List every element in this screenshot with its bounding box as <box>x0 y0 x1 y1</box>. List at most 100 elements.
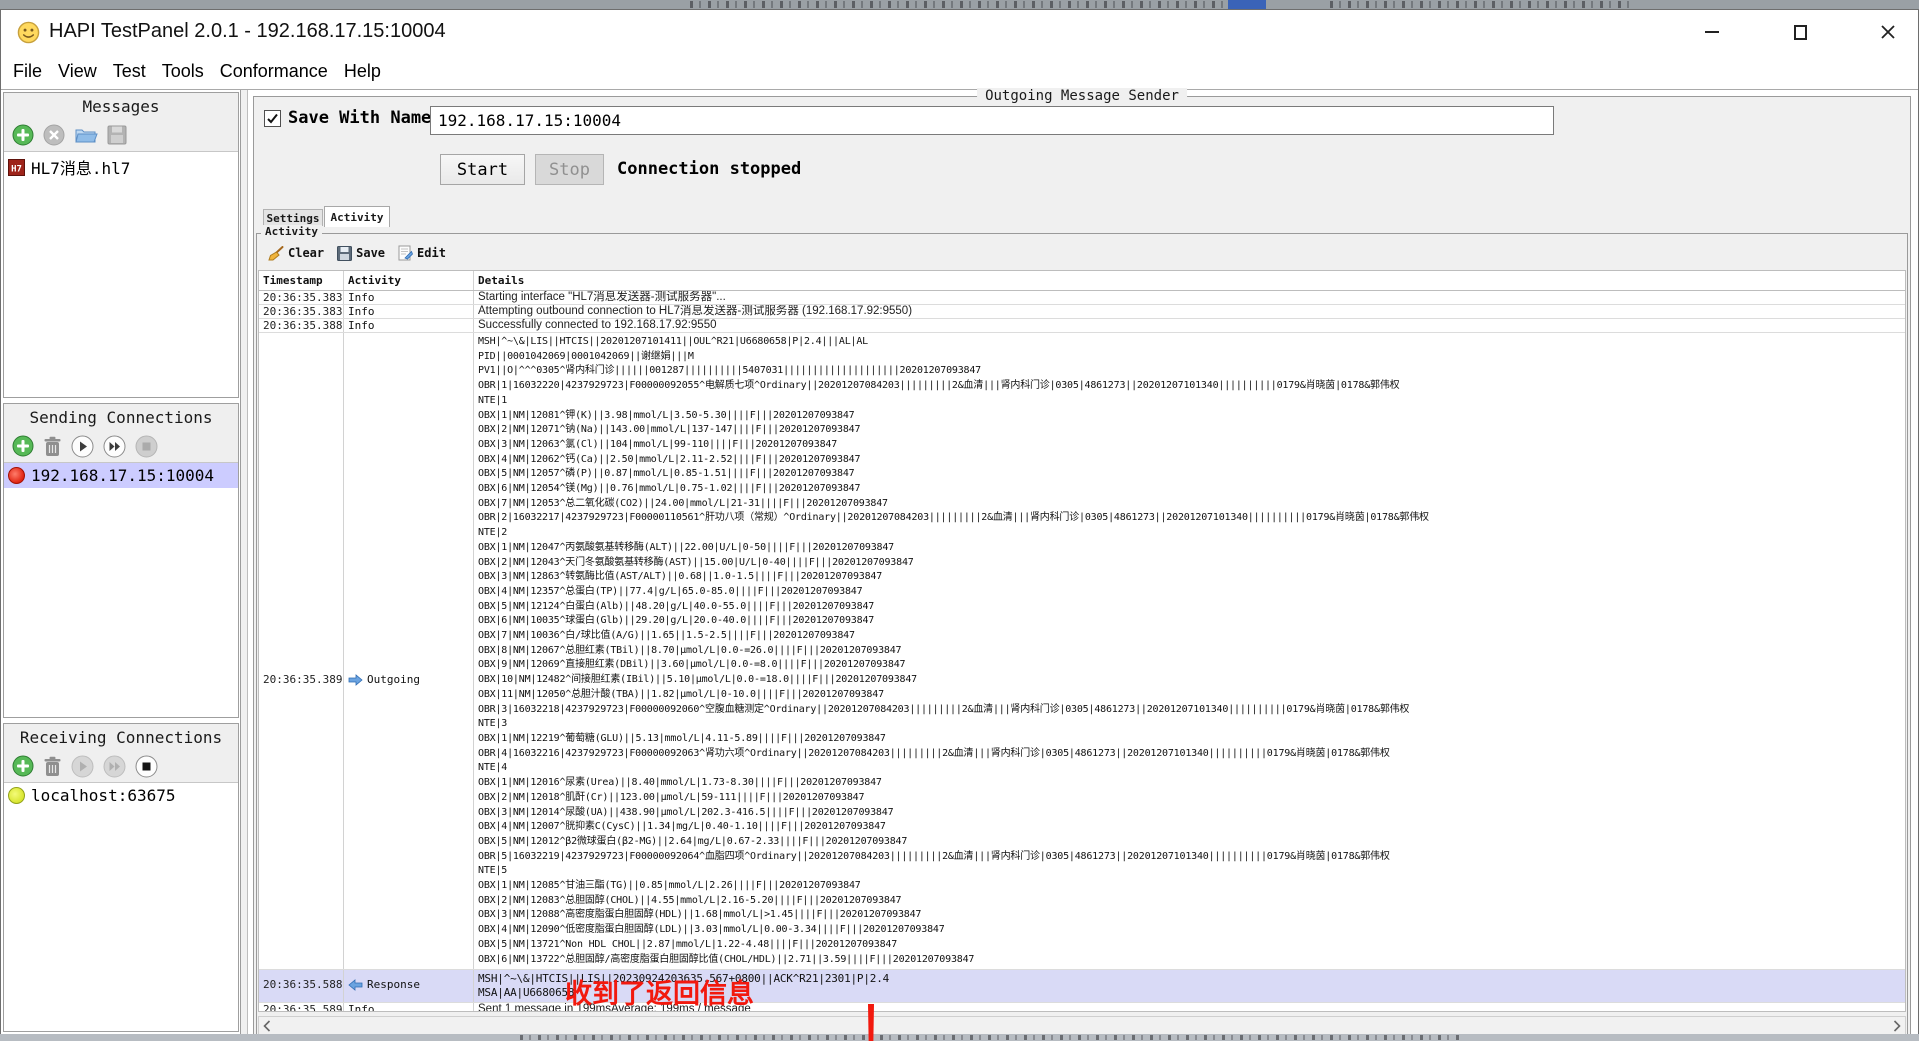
open-folder-icon <box>74 125 98 145</box>
start-sending-connection-button[interactable] <box>71 435 94 458</box>
save-with-name-label: Save With Name: <box>288 108 442 128</box>
remove-message-button[interactable] <box>43 124 65 146</box>
response-arrow-icon <box>348 979 363 991</box>
details-cell: Starting interface "HL7消息发送器-测试服务器"... <box>474 291 1905 304</box>
add-message-button[interactable] <box>12 124 34 146</box>
minimize-button[interactable] <box>1696 16 1728 48</box>
sidebar-splitter[interactable] <box>241 90 248 1034</box>
plus-circle-icon <box>12 755 34 777</box>
stop-sending-connection-button[interactable] <box>135 435 158 458</box>
header-activity: Activity <box>344 271 474 290</box>
header-details: Details <box>474 271 1905 290</box>
close-button[interactable] <box>1872 16 1904 48</box>
menu-item-view[interactable]: View <box>57 59 98 84</box>
menu-item-help[interactable]: Help <box>343 59 382 84</box>
stop-icon <box>135 435 158 458</box>
play-icon <box>71 435 94 458</box>
stop-icon <box>135 755 158 778</box>
activity-cell: Info <box>348 291 375 304</box>
timestamp-cell: 20:36:35.383 <box>259 305 344 318</box>
desktop-background-top <box>0 0 1919 9</box>
save-activity-button[interactable]: Save <box>337 246 385 261</box>
fast-forward-icon <box>103 755 126 778</box>
window-body: Messages <box>1 90 1918 1034</box>
add-sending-connection-button[interactable] <box>12 435 34 457</box>
trash-icon <box>43 756 62 777</box>
window-title: HAPI TestPanel 2.0.1 - 192.168.17.15:100… <box>49 20 446 43</box>
menu-item-conformance[interactable]: Conformance <box>219 59 329 84</box>
connection-name-input[interactable] <box>430 106 1554 135</box>
open-message-button[interactable] <box>74 125 98 145</box>
horizontal-scrollbar[interactable] <box>258 1016 1906 1035</box>
edit-button-label: Edit <box>417 246 446 260</box>
start-all-sending-button[interactable] <box>103 435 126 458</box>
sidebar: Messages <box>1 90 241 1034</box>
checkmark-icon <box>266 112 279 125</box>
activity-cell: Info <box>348 1003 375 1012</box>
stop-button[interactable]: Stop <box>535 154 604 185</box>
start-button[interactable]: Start <box>440 154 525 185</box>
floppy-disk-icon <box>107 125 127 145</box>
message-list-item[interactable]: H7 HL7消息.hl7 <box>4 152 238 182</box>
menu-item-tools[interactable]: Tools <box>161 59 205 84</box>
scroll-right-icon[interactable] <box>1893 1020 1901 1032</box>
desktop-noise <box>520 1035 1460 1040</box>
messages-title: Messages <box>82 97 159 116</box>
receiving-connections-toolbar <box>4 750 238 783</box>
messages-panel-header: Messages <box>4 93 238 119</box>
start-receiving-connection-button[interactable] <box>71 755 94 778</box>
connection-status-text: Connection stopped <box>617 159 801 179</box>
sending-connections-title: Sending Connections <box>29 408 212 427</box>
clear-button[interactable]: Clear <box>267 246 324 261</box>
menu-bar: File View Test Tools Conformance Help <box>1 54 1918 90</box>
receiving-connections-list: localhost:63675 <box>4 783 238 1031</box>
scroll-left-icon[interactable] <box>263 1020 271 1032</box>
menu-item-file[interactable]: File <box>12 59 43 84</box>
add-receiving-connection-button[interactable] <box>12 755 34 777</box>
receiving-connections-title: Receiving Connections <box>20 728 222 747</box>
groupbox-title: Outgoing Message Sender <box>977 88 1187 104</box>
sending-connections-panel: Sending Connections <box>3 403 239 718</box>
table-row[interactable]: 20:36:35.589 Info Sent 1 message in 199m… <box>259 1003 1905 1012</box>
sending-connection-item[interactable]: 192.168.17.15:10004 <box>4 463 238 488</box>
outgoing-sender-groupbox: Outgoing Message Sender Save With Name: … <box>253 96 1911 1041</box>
activity-groupbox-title: Activity <box>261 225 322 238</box>
delete-receiving-connection-button[interactable] <box>43 756 62 777</box>
x-circle-icon <box>43 124 65 146</box>
play-icon <box>71 755 94 778</box>
tab-settings[interactable]: Settings <box>263 209 323 226</box>
activity-cell: Outgoing <box>367 673 420 686</box>
delete-sending-connection-button[interactable] <box>43 436 62 457</box>
receiving-connections-panel: Receiving Connections <box>3 723 239 1032</box>
activity-groupbox: Activity Clear <box>256 233 1908 1039</box>
table-row[interactable]: 20:36:35.383 Info Attempting outbound co… <box>259 305 1905 319</box>
table-row[interactable]: 20:36:35.388 Info Successfully connected… <box>259 319 1905 333</box>
annotation-arrow-icon <box>857 1004 885 1041</box>
activity-toolbar: Clear Save <box>259 242 446 264</box>
table-row-response[interactable]: 20:36:35.588 Response MSH|^~\&|HTCIS||LI… <box>259 970 1905 1003</box>
broom-icon <box>267 246 284 261</box>
table-row-outgoing[interactable]: 20:36:35.389 Outgoing MSH|^~\&|LIS||HTCI… <box>259 333 1905 970</box>
stop-receiving-connection-button[interactable] <box>135 755 158 778</box>
menu-item-test[interactable]: Test <box>112 59 147 84</box>
start-all-receiving-button[interactable] <box>103 755 126 778</box>
receiving-connection-item[interactable]: localhost:63675 <box>4 783 238 808</box>
connection-stopped-dot <box>8 467 25 484</box>
table-row[interactable]: 20:36:35.383 Info Starting interface "HL… <box>259 291 1905 305</box>
outgoing-arrow-icon <box>348 674 363 686</box>
clear-button-label: Clear <box>288 246 324 260</box>
maximize-button[interactable] <box>1784 16 1816 48</box>
activity-cell: Info <box>348 305 375 318</box>
tab-activity[interactable]: Activity <box>324 206 390 227</box>
fast-forward-icon <box>103 435 126 458</box>
save-with-name-checkbox[interactable] <box>264 110 281 127</box>
edit-button[interactable]: Edit <box>398 245 446 261</box>
save-message-button[interactable] <box>107 125 127 145</box>
details-cell-outgoing-message: MSH|^~\&|LIS||HTCIS||20201207101411||OUL… <box>474 333 1905 969</box>
plus-circle-icon <box>12 435 34 457</box>
smiley-app-icon <box>17 21 40 44</box>
details-cell: Successfully connected to 192.168.17.92:… <box>474 319 1905 332</box>
timestamp-cell: 20:36:35.383 <box>259 291 344 304</box>
activity-table-header: Timestamp Activity Details <box>259 271 1905 291</box>
minimize-icon <box>1705 31 1719 33</box>
